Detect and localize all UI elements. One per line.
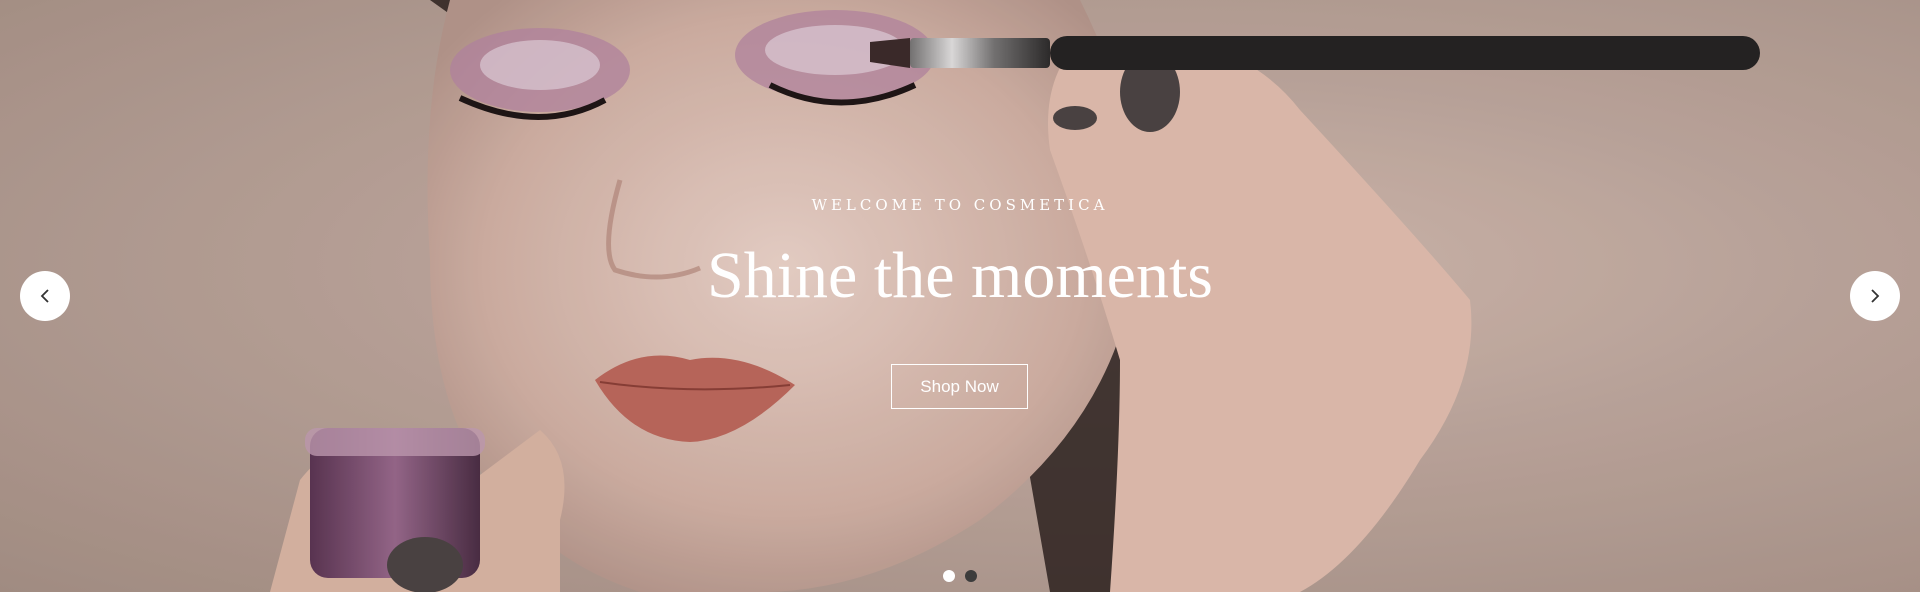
next-slide-button[interactable]: [1850, 271, 1900, 321]
slide-dot-1[interactable]: [943, 570, 955, 582]
chevron-left-icon: [40, 289, 49, 303]
previous-slide-button[interactable]: [20, 271, 70, 321]
shop-now-button[interactable]: Shop Now: [891, 364, 1028, 409]
shop-now-label: Shop Now: [920, 376, 999, 396]
hero-slider: WELCOME TO COSMETICA Shine the moments S…: [0, 0, 1920, 592]
hero-headline: Shine the moments: [707, 239, 1213, 312]
hero-eyebrow: WELCOME TO COSMETICA: [811, 196, 1109, 214]
chevron-right-icon: [1871, 289, 1880, 303]
slide-pagination: [943, 570, 977, 582]
slide-dot-2[interactable]: [965, 570, 977, 582]
